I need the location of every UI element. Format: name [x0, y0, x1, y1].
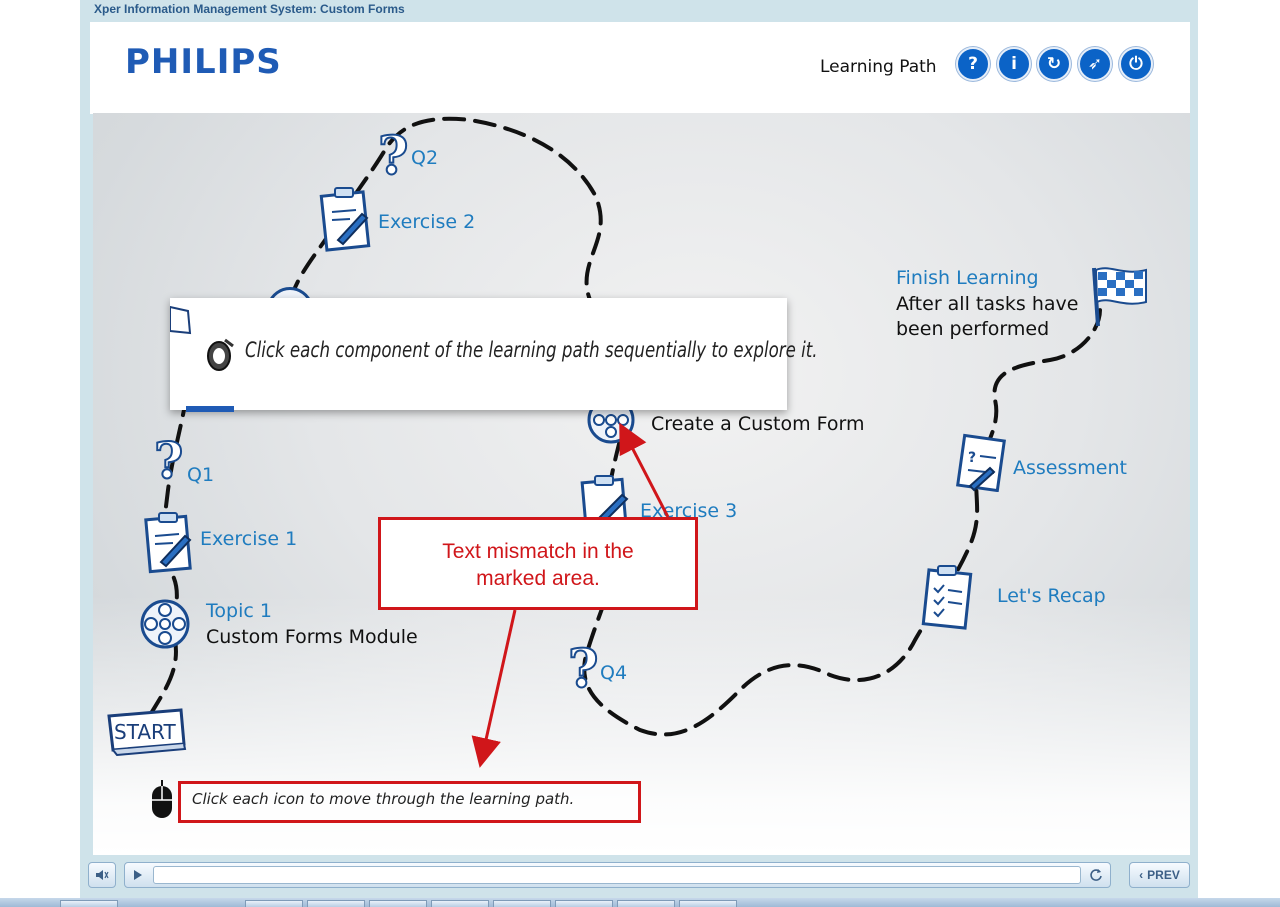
mouse-icon: [152, 780, 172, 818]
annotation-arrows: [471, 422, 670, 768]
hint-text: Click each icon to move through the lear…: [192, 790, 575, 808]
